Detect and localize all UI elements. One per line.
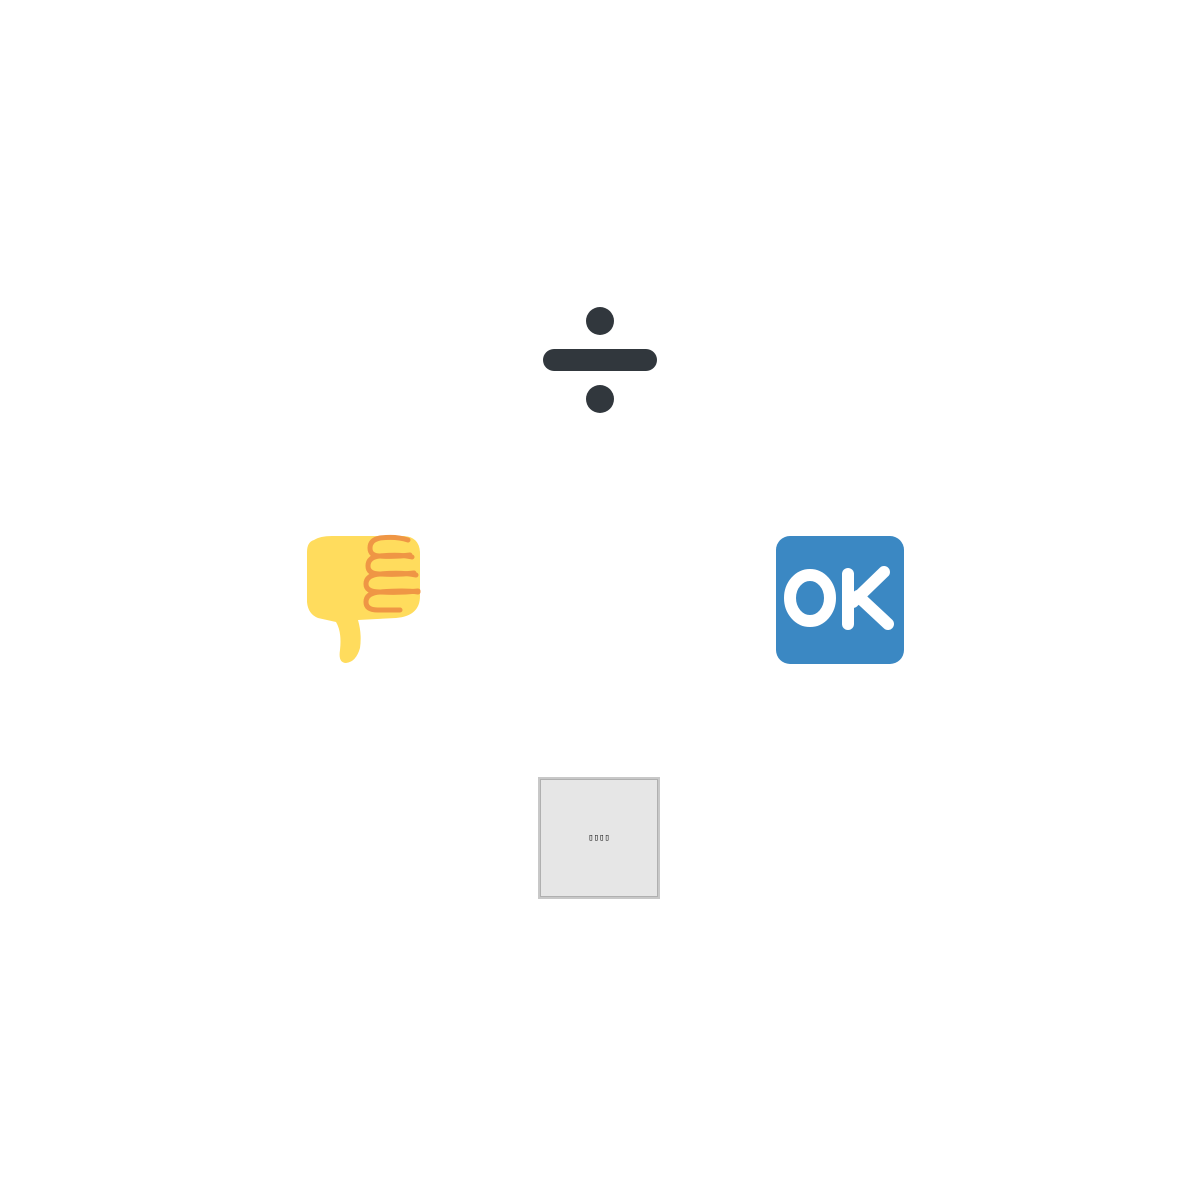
missing-glyph-icon: ▯▯▯▯ — [538, 777, 660, 899]
thumbs-down-icon — [307, 534, 421, 663]
ok-button-icon — [776, 536, 904, 664]
divide-icon — [543, 307, 657, 413]
missing-glyph-text: ▯▯▯▯ — [588, 832, 610, 843]
